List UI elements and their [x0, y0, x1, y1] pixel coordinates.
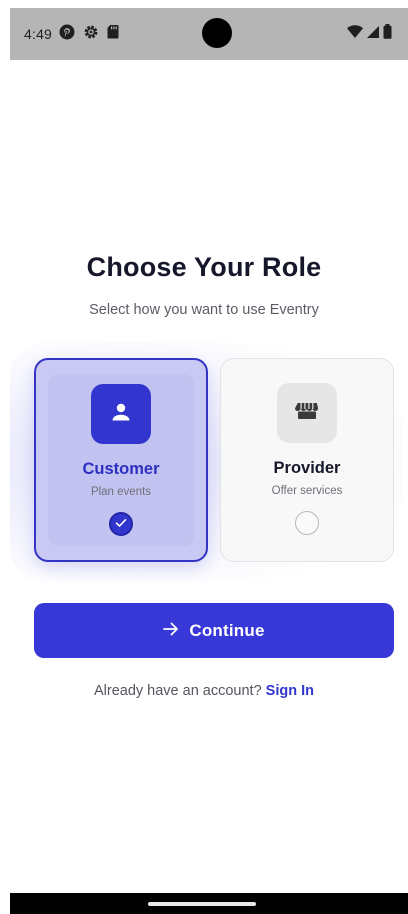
status-icons-right	[347, 24, 392, 44]
signal-icon	[366, 25, 380, 44]
role-selector: Customer Plan events Provider Offer serv…	[0, 338, 408, 588]
continue-button[interactable]: Continue	[34, 603, 394, 658]
role-card-provider[interactable]: Provider Offer services	[220, 358, 394, 562]
page-title: Choose Your Role	[86, 252, 322, 282]
home-indicator[interactable]	[148, 901, 256, 906]
page-subtitle: Select how you want to use Eventry	[89, 302, 319, 318]
role-title: Customer	[82, 460, 160, 478]
status-bar: 4:49	[10, 8, 408, 60]
role-description: Offer services	[271, 485, 343, 497]
signin-prompt: Already have an account?	[93, 683, 262, 699]
role-radio-checked[interactable]	[109, 512, 133, 536]
status-icons-left	[59, 24, 119, 45]
role-title: Provider	[273, 459, 341, 477]
system-nav-bar	[10, 893, 408, 914]
settings-icon	[83, 24, 99, 45]
continue-label: Continue	[189, 620, 265, 640]
pinterest-icon	[59, 24, 75, 45]
role-radio-unchecked[interactable]	[295, 511, 319, 535]
signin-prompt-line: Already have an account? Sign In	[0, 683, 408, 699]
person-icon	[110, 401, 132, 428]
role-card-customer[interactable]: Customer Plan events	[34, 358, 208, 562]
wifi-icon	[347, 24, 363, 44]
customer-icon-tile	[91, 384, 151, 444]
role-description: Plan events	[90, 486, 152, 498]
camera-cutout	[202, 18, 232, 48]
arrow-right-icon	[163, 622, 179, 639]
status-time: 4:49	[24, 26, 53, 42]
storefront-icon	[295, 401, 319, 426]
provider-icon-tile	[277, 383, 337, 443]
sd-card-icon	[107, 24, 119, 44]
checkmark-icon	[115, 515, 127, 533]
screen: 4:49 Choose Your Role Select how you wan…	[0, 0, 408, 914]
signin-link[interactable]: Sign In	[266, 683, 314, 699]
battery-icon	[383, 24, 392, 44]
